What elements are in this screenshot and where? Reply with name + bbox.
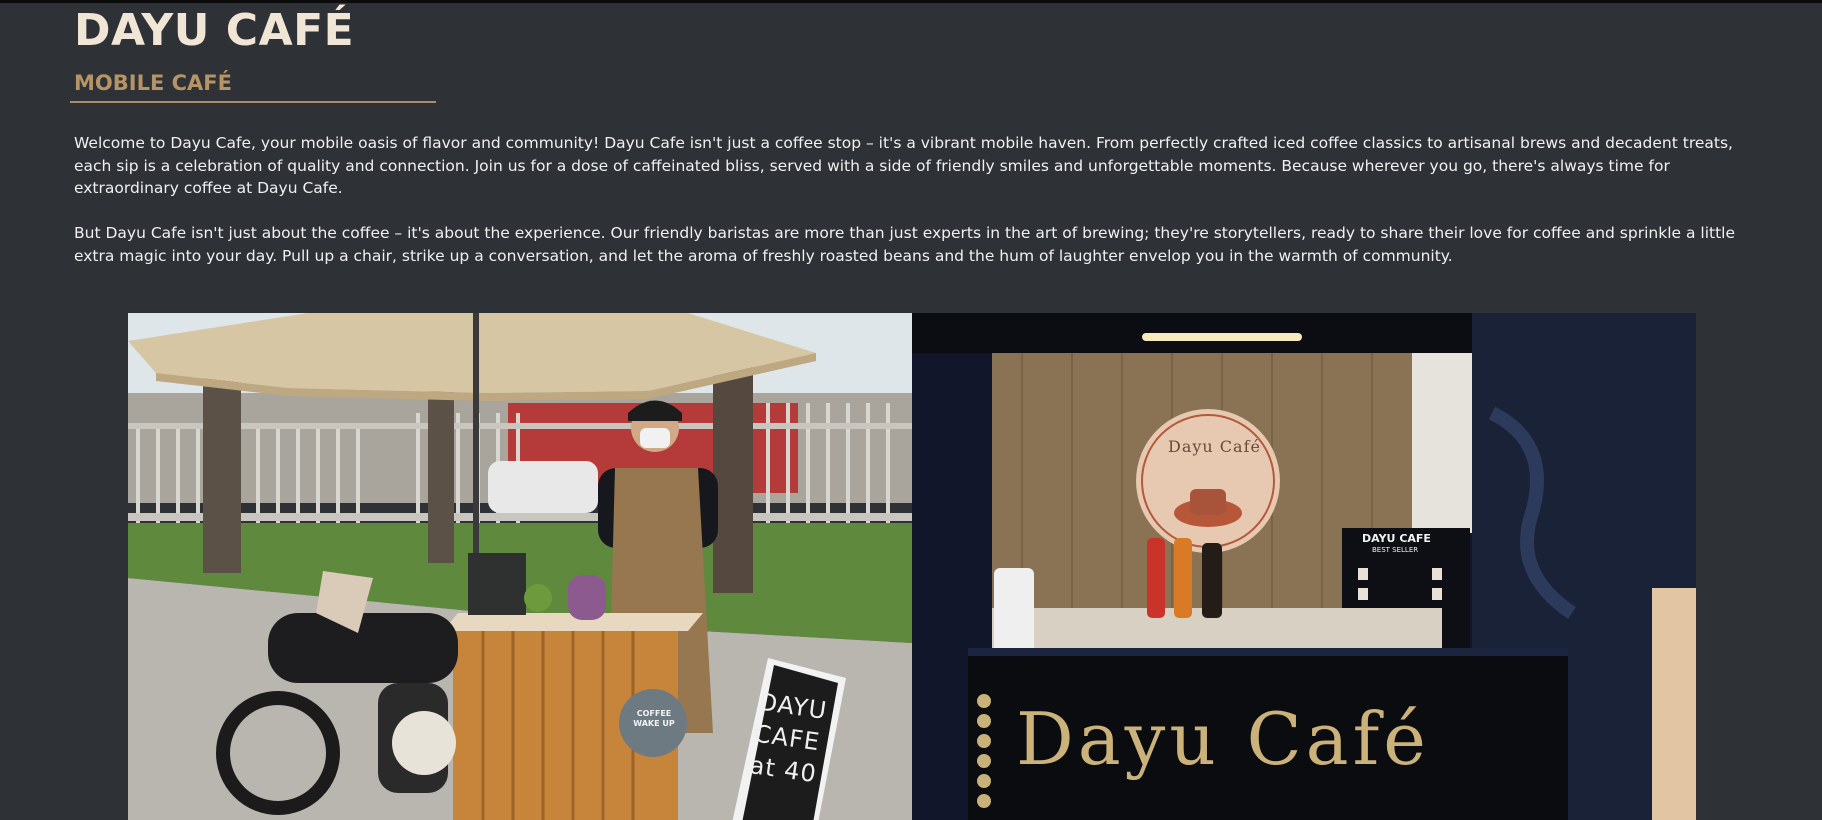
menu-board-title: DAYU CAFE [1362, 532, 1431, 545]
subtitle-divider [70, 101, 436, 103]
wall-logo-lettering: Dayu Café [1168, 437, 1261, 456]
intro-paragraph: Welcome to Dayu Cafe, your mobile oasis … [74, 134, 1733, 197]
stall-name-lettering: Dayu Café [1016, 697, 1430, 781]
page-subtitle: MOBILE CAFÉ [74, 71, 232, 95]
page: DAYU CAFÉ MOBILE CAFÉ Welcome to Dayu Ca… [0, 0, 1822, 820]
coffee-sign-lettering: COFFEE WAKE UP [633, 709, 675, 728]
photo-night-stall: Dayu Café Dayu Café DAYU CAFE BEST SELLE… [912, 313, 1696, 820]
intro-paragraph: But Dayu Cafe isn't just about the coffe… [74, 224, 1736, 265]
photo-gallery: Dayu Café Dayu Café DAYU CAFE BEST SELLE… [128, 313, 1696, 820]
page-title: DAYU CAFÉ [74, 5, 355, 56]
chalkboard-lettering: DAYU CAFE at 40 [747, 687, 829, 789]
menu-board-subtitle: BEST SELLER [1372, 546, 1419, 554]
